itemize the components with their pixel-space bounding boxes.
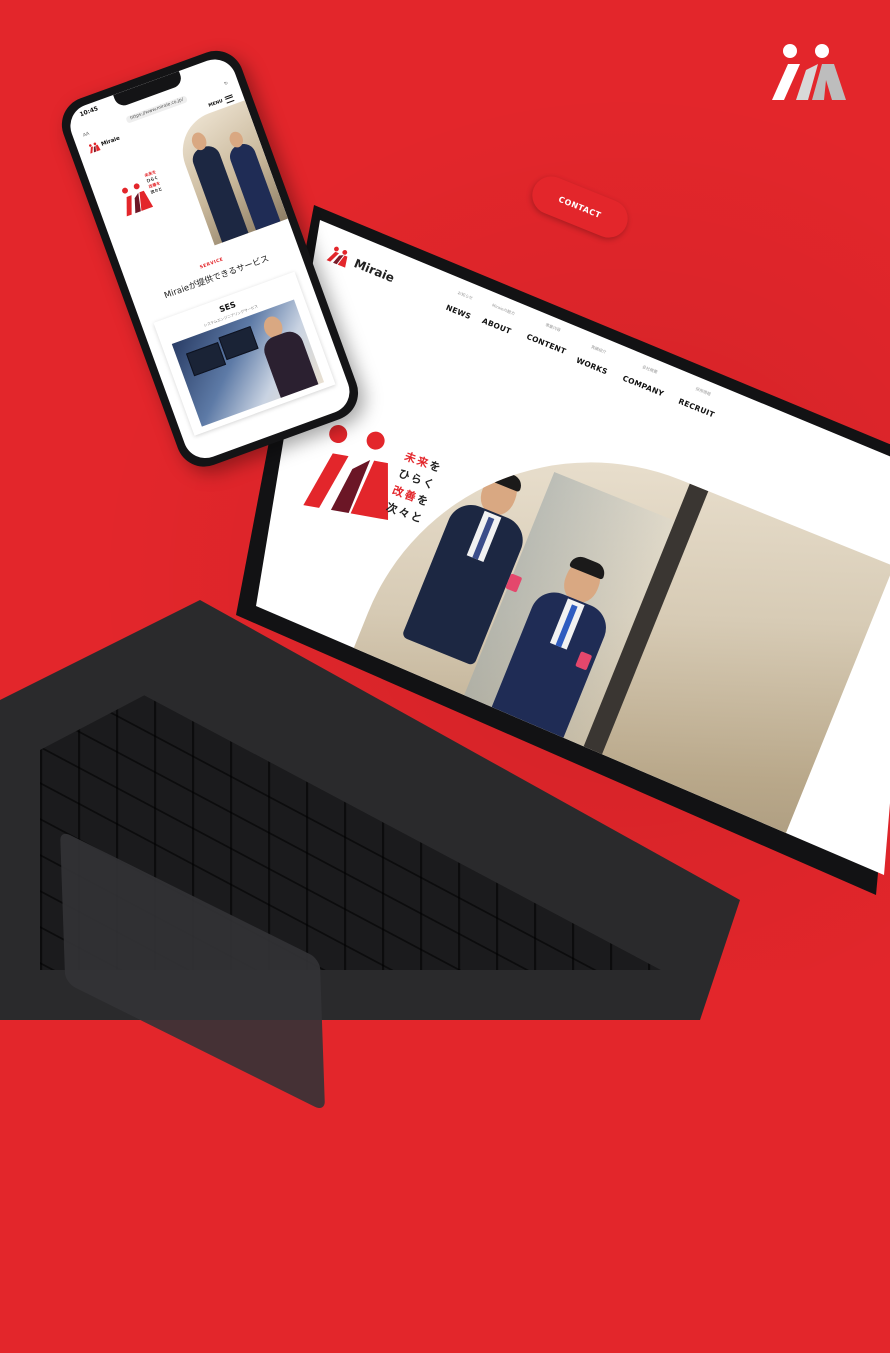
status-time: 10:45 bbox=[78, 105, 100, 119]
phone-screen: 10:45 AA https://www.miraie.co.jp/ ↻ Mir… bbox=[64, 53, 356, 465]
nav-recruit[interactable]: 採用情報 RECRUIT bbox=[676, 382, 722, 421]
nav-news[interactable]: お知らせ NEWS bbox=[444, 288, 478, 323]
phone-mockup: 10:45 AA https://www.miraie.co.jp/ ↻ Mir… bbox=[54, 43, 366, 475]
miraie-logo-icon bbox=[326, 246, 348, 268]
nav-works[interactable]: 実績紹介 WORKS bbox=[574, 341, 615, 378]
service-card-ses[interactable]: SES システムエンジニアリングサービス bbox=[153, 271, 336, 436]
reload-icon[interactable]: ↻ bbox=[224, 81, 229, 87]
miraie-logo-icon bbox=[772, 44, 846, 100]
phone-hero-photo bbox=[171, 100, 288, 246]
nav-about[interactable]: Miraieの魅力 ABOUT bbox=[480, 301, 518, 338]
nav-company[interactable]: 会社概要 COMPANY bbox=[621, 359, 672, 400]
nav-content[interactable]: 事業内容 CONTENT bbox=[524, 317, 573, 358]
hamburger-icon bbox=[224, 93, 235, 104]
text-size-button[interactable]: AA bbox=[82, 131, 90, 138]
brand-name: Miraie bbox=[351, 256, 397, 286]
header-logo[interactable]: Miraie bbox=[325, 244, 397, 287]
